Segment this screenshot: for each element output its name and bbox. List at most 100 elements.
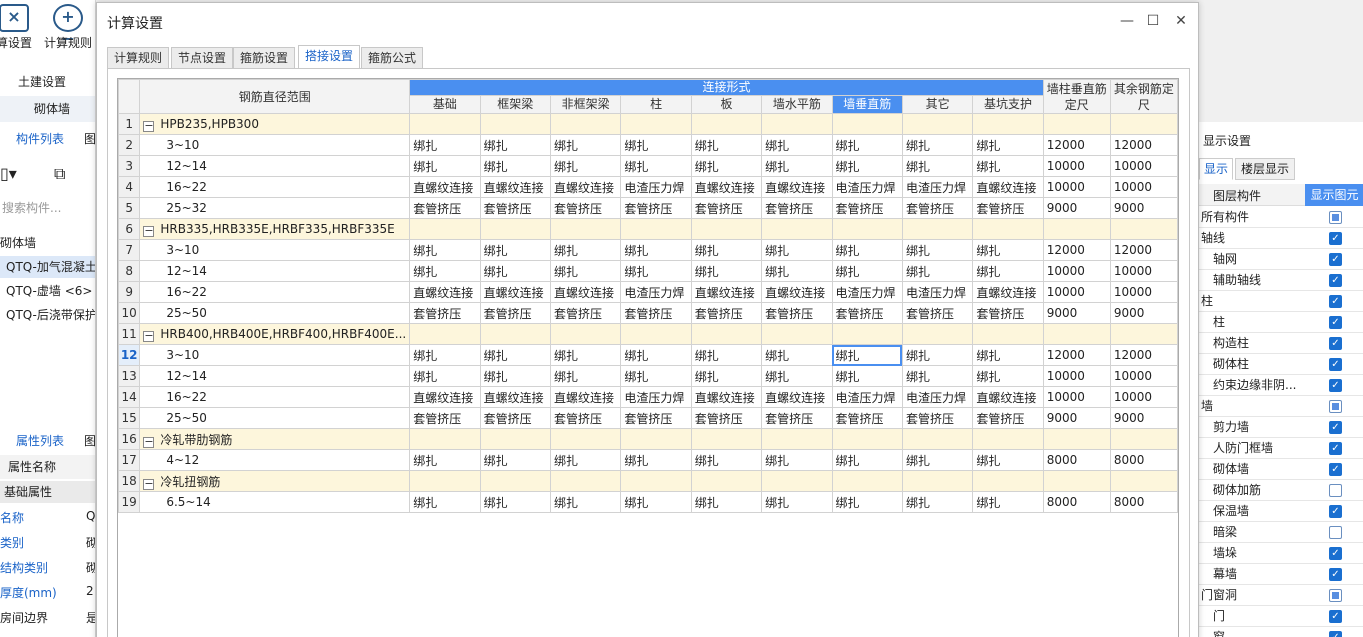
table-cell[interactable]: 绑扎 (690, 449, 763, 471)
table-cell[interactable]: 9000 (1042, 407, 1111, 429)
table-cell[interactable]: 绑扎 (761, 449, 833, 471)
table-cell[interactable]: 绑扎 (690, 365, 763, 387)
tab-stirrup-settings[interactable]: 箍筋设置 (233, 47, 296, 69)
table-cell[interactable]: 10000 (1042, 176, 1111, 198)
layer-row[interactable]: 暗梁 (1199, 522, 1363, 543)
table-cell[interactable]: 套管挤压 (831, 302, 903, 324)
table-cell[interactable] (620, 323, 692, 345)
table-cell[interactable]: 绑扎 (690, 344, 763, 366)
table-cell[interactable] (972, 323, 1044, 345)
layer-row[interactable]: 辅助轴线 ✓ (1199, 270, 1363, 291)
table-cell[interactable]: 套管挤压 (901, 407, 974, 429)
table-cell[interactable]: 绑扎 (549, 449, 622, 471)
visibility-checkbox[interactable]: ✓ (1329, 232, 1342, 245)
table-cell[interactable]: 电渣压力焊 (901, 281, 974, 303)
table-cell[interactable]: 套管挤压 (761, 197, 833, 219)
table-cell[interactable]: 绑扎 (690, 239, 763, 261)
table-cell[interactable]: 绑扎 (761, 239, 833, 261)
range-label[interactable]: 16~22 (139, 281, 411, 303)
range-label[interactable]: 25~50 (139, 302, 411, 324)
table-cell[interactable] (409, 218, 481, 240)
table-cell[interactable] (690, 218, 763, 240)
row-number[interactable]: 14 (118, 386, 141, 408)
table-cell[interactable]: 套管挤压 (549, 197, 622, 219)
table-cell[interactable]: 绑扎 (409, 449, 481, 471)
table-cell[interactable]: 套管挤压 (901, 197, 974, 219)
table-cell[interactable]: 直螺纹连接 (761, 176, 833, 198)
table-cell[interactable]: 绑扎 (549, 365, 622, 387)
layer-row[interactable]: 保温墙 ✓ (1199, 501, 1363, 522)
layer-row[interactable]: 构造柱 ✓ (1199, 333, 1363, 354)
tab-drawing[interactable]: 图 (84, 130, 95, 147)
row-number[interactable]: 3 (118, 155, 141, 177)
table-cell[interactable] (1042, 113, 1111, 135)
table-cell[interactable]: 10000 (1109, 386, 1178, 408)
row-number[interactable]: 5 (118, 197, 141, 219)
table-cell[interactable]: 电渣压力焊 (831, 176, 903, 198)
table-cell[interactable] (1042, 218, 1111, 240)
table-cell[interactable]: 8000 (1042, 449, 1111, 471)
layer-row[interactable]: 窗✓ (1199, 627, 1363, 637)
table-cell[interactable]: 绑扎 (690, 491, 763, 513)
table-cell[interactable]: 绑扎 (901, 449, 974, 471)
table-cell[interactable]: 绑扎 (972, 134, 1044, 156)
table-cell[interactable]: 绑扎 (972, 344, 1044, 366)
table-cell[interactable]: 绑扎 (831, 239, 903, 261)
table-cell[interactable] (831, 218, 903, 240)
minimize-button[interactable]: — (1115, 9, 1139, 33)
table-cell[interactable]: 套管挤压 (620, 197, 692, 219)
maximize-button[interactable]: ☐ (1141, 9, 1165, 33)
table-cell[interactable]: 电渣压力焊 (901, 176, 974, 198)
table-cell[interactable]: 9000 (1042, 197, 1111, 219)
table-cell[interactable] (690, 113, 763, 135)
table-cell[interactable]: 绑扎 (761, 134, 833, 156)
table-cell[interactable]: 套管挤压 (901, 302, 974, 324)
table-cell[interactable]: 10000 (1109, 155, 1178, 177)
table-cell[interactable] (1042, 428, 1111, 450)
table-cell[interactable]: 9000 (1109, 197, 1178, 219)
table-cell[interactable]: 直螺纹连接 (972, 386, 1044, 408)
prop-value[interactable]: 是 (86, 609, 95, 626)
table-cell[interactable] (972, 428, 1044, 450)
table-cell[interactable]: 套管挤压 (549, 302, 622, 324)
table-cell[interactable]: 绑扎 (479, 344, 551, 366)
range-label[interactable]: 16~22 (139, 176, 411, 198)
table-cell[interactable]: 直螺纹连接 (549, 176, 622, 198)
table-cell[interactable] (1109, 470, 1178, 492)
table-cell[interactable]: 绑扎 (549, 239, 622, 261)
table-cell[interactable]: 绑扎 (761, 155, 833, 177)
table-cell[interactable]: 电渣压力焊 (831, 281, 903, 303)
table-cell[interactable] (620, 113, 692, 135)
table-cell[interactable]: 8000 (1109, 449, 1178, 471)
table-cell[interactable] (761, 428, 833, 450)
visibility-checkbox[interactable]: ✓ (1329, 295, 1342, 308)
visibility-checkbox[interactable]: ✓ (1329, 568, 1342, 581)
layer-row[interactable]: 墙垛 ✓ (1199, 543, 1363, 564)
layer-row[interactable]: 砌体柱 ✓ (1199, 354, 1363, 375)
table-cell[interactable]: 绑扎 (620, 491, 692, 513)
table-cell[interactable] (901, 113, 974, 135)
layer-row[interactable]: 柱 ✓ (1199, 312, 1363, 333)
layer-row[interactable]: 所有构件 (1199, 207, 1363, 228)
table-cell[interactable]: 套管挤压 (620, 407, 692, 429)
table-cell[interactable]: 9000 (1042, 302, 1111, 324)
table-cell[interactable]: 绑扎 (620, 449, 692, 471)
table-cell[interactable]: 绑扎 (972, 491, 1044, 513)
visibility-checkbox[interactable]: ✓ (1329, 547, 1342, 560)
table-cell[interactable] (831, 428, 903, 450)
copy-icon[interactable]: ⧉ (54, 164, 95, 184)
table-cell[interactable] (831, 113, 903, 135)
table-cell[interactable]: 直螺纹连接 (761, 281, 833, 303)
table-cell[interactable] (1109, 323, 1178, 345)
table-cell[interactable]: 绑扎 (620, 239, 692, 261)
range-label[interactable]: 4~12 (139, 449, 411, 471)
table-cell[interactable]: 套管挤压 (479, 407, 551, 429)
table-cell[interactable]: 绑扎 (479, 239, 551, 261)
table-cell[interactable]: 绑扎 (479, 134, 551, 156)
table-cell[interactable]: 套管挤压 (479, 302, 551, 324)
table-cell[interactable]: 绑扎 (479, 491, 551, 513)
table-cell[interactable]: 套管挤压 (409, 407, 481, 429)
table-cell[interactable]: 8000 (1109, 491, 1178, 513)
table-cell[interactable]: 绑扎 (409, 260, 481, 282)
layer-row[interactable]: 约束边缘非阴... ✓ (1199, 375, 1363, 396)
